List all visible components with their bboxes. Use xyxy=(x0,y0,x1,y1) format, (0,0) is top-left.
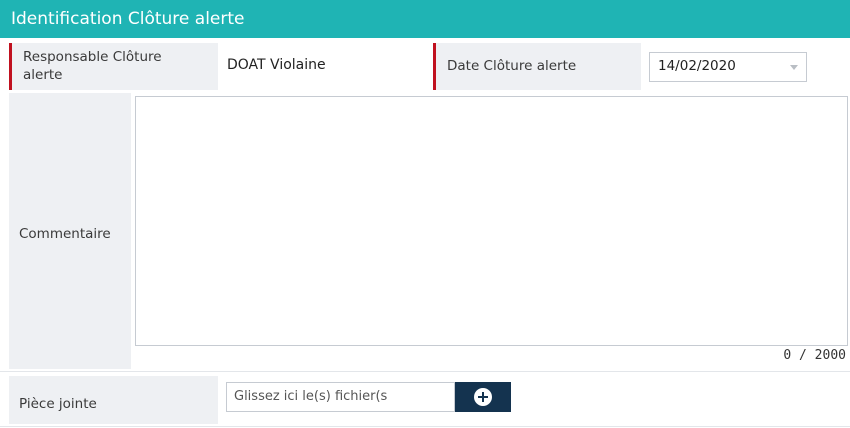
commentaire-label-cell: Commentaire xyxy=(9,93,131,369)
plus-circle-icon xyxy=(474,388,492,406)
row-divider xyxy=(0,426,850,427)
responsable-value: DOAT Violaine xyxy=(227,57,326,73)
date-label-cell: Date Clôture alerte xyxy=(433,43,641,90)
date-picker-field[interactable]: 14/02/2020 xyxy=(649,52,807,82)
row-divider xyxy=(0,371,850,372)
date-value: 14/02/2020 xyxy=(658,58,736,74)
section-header: Identification Clôture alerte xyxy=(0,0,850,38)
file-drop-zone[interactable]: Glissez ici le(s) fichier(s xyxy=(226,382,455,412)
piece-jointe-label: Pièce jointe xyxy=(19,396,97,412)
character-counter: 0 / 2000 xyxy=(783,348,846,363)
required-marker xyxy=(9,43,12,90)
responsable-label: Responsable Clôture alerte xyxy=(23,49,162,83)
add-file-button[interactable] xyxy=(455,382,511,412)
piece-jointe-label-cell: Pièce jointe xyxy=(9,376,218,424)
section-title: Identification Clôture alerte xyxy=(11,9,245,29)
responsable-label-cell: Responsable Clôture alerte xyxy=(9,43,218,90)
file-drop-placeholder: Glissez ici le(s) fichier(s xyxy=(234,389,388,404)
chevron-down-icon[interactable] xyxy=(790,65,798,70)
commentaire-label: Commentaire xyxy=(19,226,111,242)
required-marker xyxy=(433,43,436,90)
commentaire-textarea[interactable] xyxy=(135,96,848,346)
date-label: Date Clôture alerte xyxy=(447,58,577,74)
